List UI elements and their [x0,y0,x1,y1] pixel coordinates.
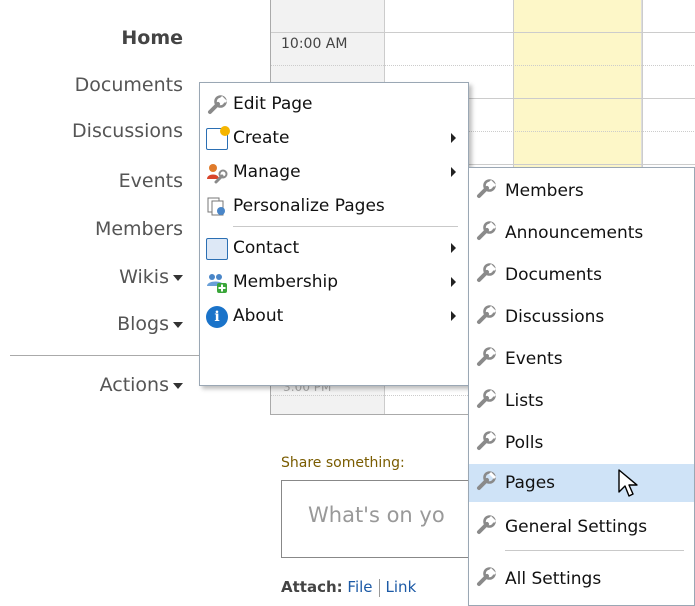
divider [378,578,380,597]
menu-item-personalize-pages[interactable]: Personalize Pages [200,189,468,223]
chevron-right-icon [451,311,456,321]
chevron-right-icon [451,167,456,177]
menu-item-edit-page[interactable]: Edit Page [200,87,468,121]
wrench-icon [477,305,497,324]
menu-item-contact[interactable]: Contact [200,231,468,265]
submenu-item-label: All Settings [505,569,602,589]
wrench-icon [477,179,497,198]
menu-item-create[interactable]: Create [200,121,468,155]
chevron-down-icon [173,321,183,328]
nav-actions-label: Actions [99,374,169,396]
submenu-item-label: Discussions [505,307,605,327]
submenu-item-discussions[interactable]: Discussions [469,298,694,332]
manage-icon [207,164,228,184]
submenu-item-label: General Settings [505,517,648,537]
share-label: Share something: [281,455,405,471]
calendar-row-line [271,32,695,33]
attach-label: Attach: [281,578,343,596]
submenu-item-events[interactable]: Events [469,340,694,374]
submenu-item-pages[interactable]: Pages [469,464,694,502]
manage-submenu: Members Announcements Documents Discussi… [468,167,695,606]
chevron-right-icon [451,243,456,253]
menu-item-about[interactable]: i About [200,299,468,333]
menu-item-label: About [233,306,284,326]
calendar-time-label: 10:00 AM [281,36,348,52]
menu-item-membership[interactable]: Membership [200,265,468,299]
mouse-cursor-icon [618,469,638,497]
attach-row: Attach: File Link [281,578,416,597]
menu-item-label: Manage [233,162,301,182]
info-icon: i [206,306,228,328]
wrench-icon [208,95,228,114]
submenu-item-label: Pages [505,473,556,493]
menu-item-label: Membership [233,272,339,292]
menu-item-manage[interactable]: Manage [200,155,468,189]
wrench-icon [477,221,497,240]
wrench-icon [477,389,497,408]
menu-item-label: Edit Page [233,94,313,114]
contact-card-icon [206,238,228,260]
personalize-icon [207,197,225,216]
submenu-item-label: Announcements [505,223,644,243]
nav-blogs-label: Blogs [117,313,169,335]
submenu-item-all-settings[interactable]: All Settings [469,560,694,594]
menu-divider [505,550,684,551]
wrench-icon [477,347,497,366]
submenu-item-label: Documents [505,265,602,285]
nav-documents[interactable]: Documents [75,74,183,96]
submenu-item-label: Polls [505,433,544,453]
nav-actions[interactable]: Actions [100,374,183,396]
submenu-item-general-settings[interactable]: General Settings [469,508,694,542]
nav-events[interactable]: Events [119,170,183,192]
attach-link-link[interactable]: Link [386,578,417,596]
nav-members[interactable]: Members [95,218,183,240]
share-placeholder: What's on yo [308,503,445,527]
submenu-item-lists[interactable]: Lists [469,382,694,416]
page-actions-menu: Edit Page Create Manage Personalize Page… [199,82,469,386]
menu-item-label: Create [233,128,290,148]
nav-wikis-label: Wikis [119,266,169,288]
wrench-icon [477,567,497,586]
submenu-item-documents[interactable]: Documents [469,256,694,290]
menu-item-label: Contact [233,238,300,258]
wrench-icon [477,431,497,450]
submenu-item-label: Lists [505,391,544,411]
wrench-icon [477,471,497,490]
nav-wikis[interactable]: Wikis [119,266,183,288]
nav-home[interactable]: Home [121,27,183,49]
chevron-right-icon [451,277,456,287]
attach-file-link[interactable]: File [347,578,372,596]
submenu-item-polls[interactable]: Polls [469,424,694,458]
calendar-row-line [271,65,695,66]
submenu-item-members[interactable]: Members [469,172,694,206]
wrench-icon [477,263,497,282]
create-icon [206,126,230,150]
submenu-item-announcements[interactable]: Announcements [469,214,694,248]
menu-divider [233,226,458,227]
nav-discussions[interactable]: Discussions [72,120,183,142]
membership-icon [207,274,227,293]
chevron-down-icon [173,382,183,389]
chevron-down-icon [173,274,183,281]
nav-blogs[interactable]: Blogs [117,313,183,335]
menu-item-label: Personalize Pages [233,196,385,216]
chevron-right-icon [451,133,456,143]
submenu-item-label: Members [505,181,584,201]
wrench-icon [477,515,497,534]
submenu-item-label: Events [505,349,563,369]
